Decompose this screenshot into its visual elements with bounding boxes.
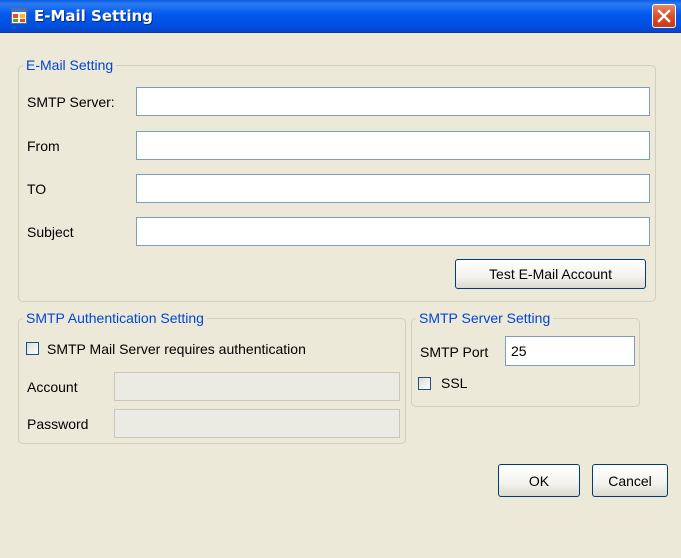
email-setting-legend: E-Mail Setting: [26, 57, 114, 73]
window-title: E-Mail Setting: [34, 7, 153, 25]
smtp-server-legend: SMTP Server Setting: [419, 310, 551, 326]
password-input[interactable]: [114, 409, 400, 438]
password-label: Password: [27, 416, 89, 432]
test-email-account-button[interactable]: Test E-Mail Account: [455, 259, 646, 289]
account-input[interactable]: [114, 372, 400, 401]
ok-button[interactable]: OK: [498, 464, 580, 497]
close-icon: [657, 9, 671, 23]
to-input[interactable]: [136, 174, 650, 203]
from-label: From: [27, 138, 60, 154]
subject-label: Subject: [27, 224, 74, 240]
account-label: Account: [27, 379, 78, 395]
ssl-label[interactable]: SSL: [441, 375, 467, 391]
smtp-server-input[interactable]: [136, 87, 650, 116]
cancel-button[interactable]: Cancel: [592, 464, 668, 497]
smtp-server-label: SMTP Server:: [27, 94, 115, 110]
title-bar[interactable]: E-Mail Setting: [0, 0, 681, 33]
requires-auth-label[interactable]: SMTP Mail Server requires authentication: [47, 341, 306, 357]
from-input[interactable]: [136, 131, 650, 160]
ssl-checkbox[interactable]: [418, 377, 431, 390]
smtp-auth-legend: SMTP Authentication Setting: [26, 310, 204, 326]
to-label: TO: [27, 181, 47, 197]
subject-input[interactable]: [136, 217, 650, 246]
app-window-icon: [11, 8, 27, 24]
smtp-port-label: SMTP Port: [420, 344, 489, 360]
requires-auth-checkbox[interactable]: [26, 342, 39, 355]
close-button[interactable]: [652, 4, 676, 28]
smtp-port-input[interactable]: [505, 336, 635, 366]
